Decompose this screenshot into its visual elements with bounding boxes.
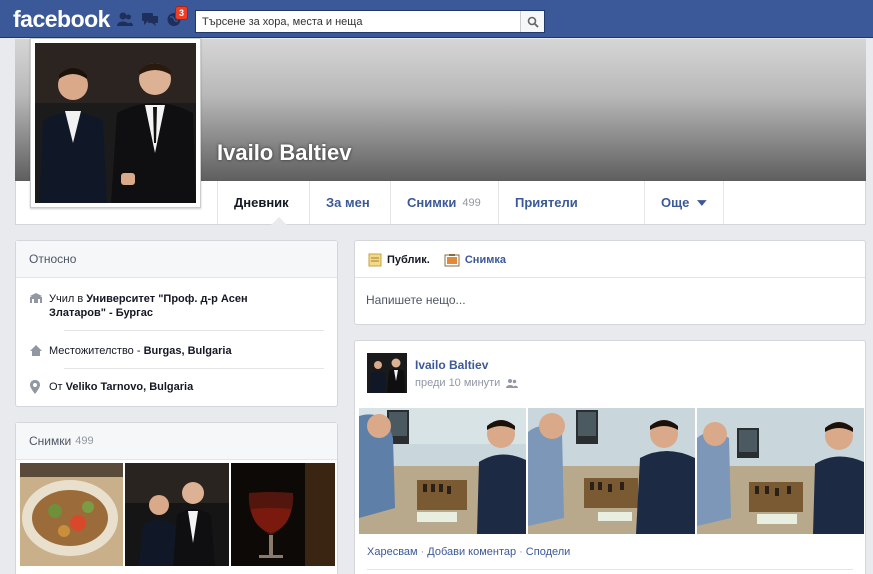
about-lives-row: Местожителство - Burgas, Bulgaria — [29, 344, 324, 361]
post-author-avatar[interactable] — [367, 353, 407, 393]
chevron-down-icon — [697, 199, 707, 206]
lives-prefix: Местожителство - — [49, 345, 141, 357]
post-card: Ivailo Baltiev преди 10 минути Харесвам ·… — [354, 340, 866, 574]
active-tab-indicator — [271, 217, 287, 225]
home-icon — [29, 344, 45, 361]
photos-count: 499 — [75, 435, 94, 447]
photos-title[interactable]: Снимки — [29, 434, 71, 448]
search-button[interactable] — [520, 11, 544, 32]
profile-picture — [35, 43, 196, 203]
tab-more[interactable]: Още — [644, 181, 724, 224]
like-link[interactable]: Харесвам — [367, 546, 418, 558]
composer-tab-photo-label: Снимка — [464, 254, 506, 266]
photos-card: Снимки 499 — [15, 422, 338, 574]
post-timestamp[interactable]: преди 10 минути — [415, 377, 500, 389]
profile-name[interactable]: Ivailo Baltiev — [217, 140, 352, 166]
composer-tab-status-label: Публик. — [387, 254, 430, 266]
tab-label: Приятели — [515, 195, 578, 210]
tab-label: Снимки — [407, 195, 457, 210]
tab-label: За мен — [326, 195, 370, 210]
lives-link[interactable]: Burgas, Bulgaria — [144, 345, 232, 357]
search-box — [195, 10, 545, 33]
composer-tabs: Публик. Снимка — [368, 253, 520, 267]
photos-card-header: Снимки 499 — [16, 423, 337, 460]
post-meta: преди 10 минути — [415, 377, 519, 389]
profile-picture-frame[interactable] — [30, 38, 201, 208]
tab-about[interactable]: За мен — [309, 181, 390, 224]
divider — [367, 569, 853, 570]
tab-photos[interactable]: Снимки 499 — [390, 181, 498, 224]
from-prefix: От — [49, 381, 63, 393]
friend-requests-icon[interactable] — [116, 11, 134, 27]
tab-label: Дневник — [234, 195, 289, 210]
photo-thumbnail-food[interactable] — [20, 463, 123, 566]
photo-icon — [444, 254, 460, 267]
divider — [355, 277, 865, 278]
education-prefix: Учил в — [49, 293, 84, 305]
tab-timeline[interactable]: Дневник — [217, 181, 310, 224]
search-input[interactable] — [196, 11, 516, 32]
post-photo-1[interactable] — [359, 408, 526, 534]
tab-photos-count: 499 — [462, 196, 481, 209]
about-from-row: От Veliko Tarnovo, Bulgaria — [29, 380, 324, 398]
post-photo-3[interactable] — [697, 408, 864, 534]
separator-dot: · — [519, 546, 523, 558]
divider — [64, 368, 324, 369]
top-bar: facebook 3 — [0, 0, 873, 38]
notifications-badge: 3 — [175, 6, 189, 20]
from-link[interactable]: Veliko Tarnovo, Bulgaria — [66, 381, 194, 393]
friends-audience-icon — [506, 379, 519, 388]
facebook-logo[interactable]: facebook — [13, 6, 110, 33]
tab-friends[interactable]: Приятели — [498, 181, 644, 224]
about-title[interactable]: Относно — [29, 252, 76, 266]
note-icon — [368, 253, 382, 267]
status-input[interactable]: Напишете нещо... — [366, 293, 466, 307]
photo-thumbnail-profile[interactable] — [125, 463, 229, 566]
post-author-name[interactable]: Ivailo Baltiev — [415, 358, 488, 372]
comment-link[interactable]: Добави коментар — [427, 546, 516, 558]
separator-dot: · — [420, 546, 425, 558]
messages-icon[interactable] — [141, 11, 159, 27]
location-pin-icon — [29, 380, 45, 398]
divider — [64, 330, 324, 331]
about-card: Относно Учил в Университет "Проф. д-р Ас… — [15, 240, 338, 407]
search-icon — [527, 16, 539, 28]
about-education-row: Учил в Университет "Проф. д-р Асен Злата… — [29, 292, 324, 320]
post-photo-2[interactable] — [528, 408, 695, 534]
composer-card: Публик. Снимка Напишете нещо... — [354, 240, 866, 325]
share-link[interactable]: Сподели — [526, 546, 571, 558]
about-card-header: Относно — [16, 241, 337, 278]
composer-tab-photo[interactable]: Снимка — [444, 253, 506, 267]
post-actions: Харесвам · Добави коментар · Сподели — [367, 546, 570, 558]
composer-tab-status[interactable]: Публик. — [368, 253, 430, 267]
photo-thumbnail-wine[interactable] — [231, 463, 335, 566]
tab-label: Още — [661, 195, 690, 210]
education-icon — [29, 292, 45, 308]
